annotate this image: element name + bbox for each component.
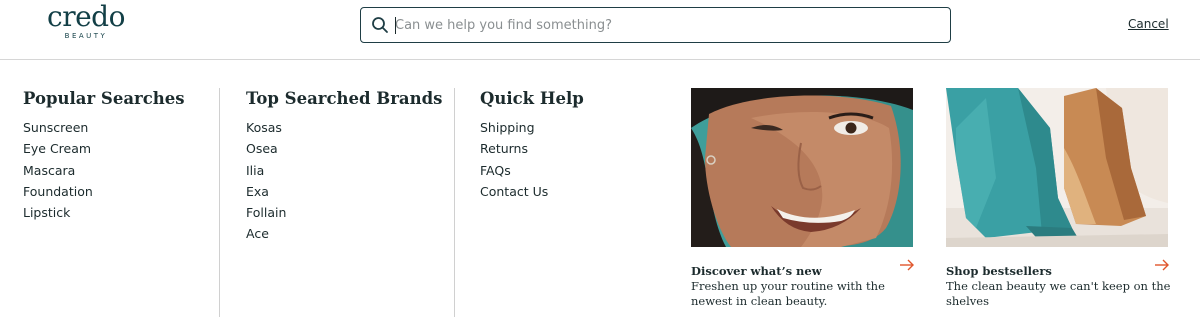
brand-link[interactable]: Ilia (246, 160, 442, 181)
promo-header: Shop bestsellers (946, 258, 1170, 278)
promo-image-swatches[interactable] (946, 88, 1168, 247)
logo-subtitle: BEAUTY (64, 32, 108, 40)
brand-link[interactable]: Follain (246, 202, 442, 223)
popular-searches-list: Sunscreen Eye Cream Mascara Foundation L… (23, 117, 185, 223)
column-divider (219, 88, 220, 317)
popular-searches-title: Popular Searches (23, 89, 185, 108)
help-link[interactable]: Shipping (480, 117, 584, 138)
text-cursor (395, 17, 396, 34)
top-brands-list: Kosas Osea Ilia Exa Follain Ace (246, 117, 442, 245)
quick-help-section: Quick Help Shipping Returns FAQs Contact… (480, 88, 584, 202)
promo-card-new: Discover what’s new Freshen up your rout… (691, 88, 915, 308)
popular-search-link[interactable]: Foundation (23, 181, 185, 202)
popular-search-link[interactable]: Lipstick (23, 202, 185, 223)
arrow-right-icon[interactable] (1154, 258, 1170, 272)
search-bar[interactable] (360, 7, 951, 43)
promo-description: Freshen up your routine with the newest … (691, 279, 885, 308)
promo-image-portrait[interactable] (691, 88, 913, 247)
brand-link[interactable]: Ace (246, 223, 442, 244)
brand-link[interactable]: Exa (246, 181, 442, 202)
top-brands-section: Top Searched Brands Kosas Osea Ilia Exa … (246, 88, 442, 245)
brand-link[interactable]: Osea (246, 138, 442, 159)
header: credo BEAUTY Cancel (0, 0, 1200, 60)
promo-title[interactable]: Discover what’s new (691, 264, 822, 278)
search-icon (372, 17, 388, 33)
quick-help-title: Quick Help (480, 89, 584, 108)
logo-wordmark: credo (47, 0, 125, 33)
brand-link[interactable]: Kosas (246, 117, 442, 138)
promo-title[interactable]: Shop bestsellers (946, 264, 1052, 278)
top-brands-title: Top Searched Brands (246, 89, 443, 108)
popular-search-link[interactable]: Mascara (23, 160, 185, 181)
search-input[interactable] (395, 12, 935, 38)
promo-card-bestsellers: Shop bestsellers The clean beauty we can… (946, 88, 1170, 308)
popular-search-link[interactable]: Sunscreen (23, 117, 185, 138)
cancel-link[interactable]: Cancel (1128, 17, 1169, 31)
help-link[interactable]: FAQs (480, 160, 584, 181)
promo-header: Discover what’s new (691, 258, 915, 278)
help-link[interactable]: Contact Us (480, 181, 584, 202)
help-link[interactable]: Returns (480, 138, 584, 159)
column-divider (454, 88, 455, 317)
popular-searches-section: Popular Searches Sunscreen Eye Cream Mas… (23, 88, 185, 223)
quick-help-list: Shipping Returns FAQs Contact Us (480, 117, 584, 202)
arrow-right-icon[interactable] (899, 258, 915, 272)
promo-description: The clean beauty we can't keep on the sh… (946, 279, 1171, 308)
credo-beauty-logo[interactable]: credo BEAUTY (44, 0, 128, 41)
popular-search-link[interactable]: Eye Cream (23, 138, 185, 159)
